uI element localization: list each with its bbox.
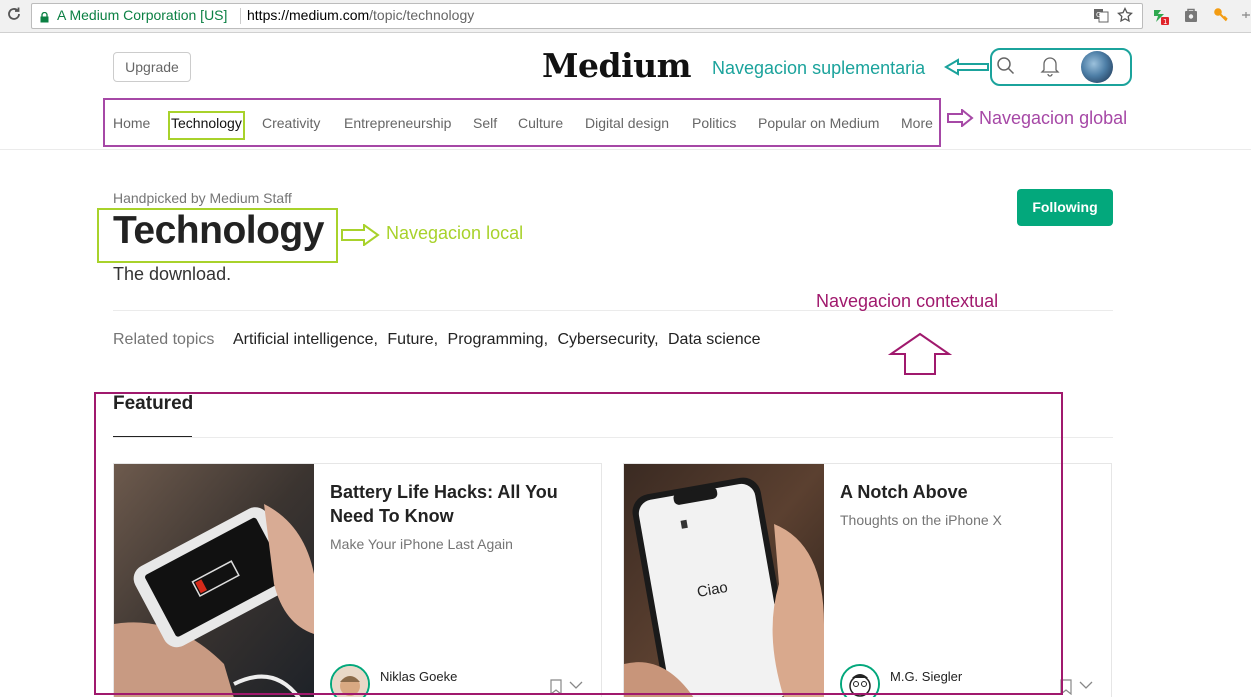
local-nav-tab-highlight [168, 111, 245, 140]
local-nav-title-highlight [97, 208, 338, 263]
url-path: /topic/technology [369, 7, 475, 23]
related-topic-link[interactable]: Data science [668, 331, 761, 348]
supplementary-nav-highlight [990, 48, 1132, 86]
upgrade-button[interactable]: Upgrade [113, 52, 191, 82]
lock-icon [40, 10, 49, 23]
topic-description: The download. [113, 264, 232, 284]
extension-key-icon[interactable] [1213, 7, 1229, 23]
global-arrow-icon [946, 107, 974, 132]
annotation-supplementary: Navegacion suplementaria [712, 58, 926, 78]
related-topic-link[interactable]: Artificial intelligence, [233, 331, 378, 348]
svg-text:G: G [1096, 11, 1101, 19]
medium-logo[interactable]: Medium [542, 46, 692, 85]
address-separator [240, 8, 241, 24]
translate-icon[interactable]: G [1093, 7, 1109, 23]
url-host: https://medium.com [247, 7, 370, 23]
curator-label: Handpicked by Medium Staff [113, 190, 292, 206]
related-topic-link[interactable]: Future, [387, 331, 438, 348]
following-button[interactable]: Following [1017, 189, 1113, 226]
address-bar[interactable]: A Medium Corporation [US] https://medium… [31, 3, 1143, 29]
extension-badge: 1 [1163, 18, 1167, 25]
annotation-local: Navegacion local [386, 223, 524, 243]
star-icon[interactable] [1117, 6, 1133, 23]
header-divider [0, 149, 1251, 150]
url-text[interactable]: https://medium.com/topic/technology [247, 7, 474, 23]
chevron-down-icon[interactable] [1079, 678, 1093, 690]
related-topics-list: Artificial intelligence, Future, Program… [233, 331, 761, 349]
related-topics-label: Related topics [113, 331, 215, 348]
reload-icon[interactable] [6, 6, 22, 22]
extension-green-icon[interactable]: 1 [1151, 7, 1169, 26]
supplementary-arrow-icon [944, 58, 990, 81]
contextual-arrow-icon [887, 332, 953, 381]
extension-more-icon[interactable] [1240, 7, 1251, 23]
related-topic-link[interactable]: Programming, [448, 331, 548, 348]
extension-bag-icon[interactable] [1183, 7, 1199, 23]
local-arrow-icon [340, 223, 380, 251]
annotation-global: Navegacion global [979, 108, 1128, 128]
browser-toolbar: A Medium Corporation [US] https://medium… [0, 0, 1251, 33]
site-identity[interactable]: A Medium Corporation [US] [57, 7, 227, 23]
annotation-contextual: Navegacion contextual [816, 291, 999, 311]
contextual-nav-highlight [94, 392, 1063, 695]
related-topic-link[interactable]: Cybersecurity, [557, 331, 658, 348]
